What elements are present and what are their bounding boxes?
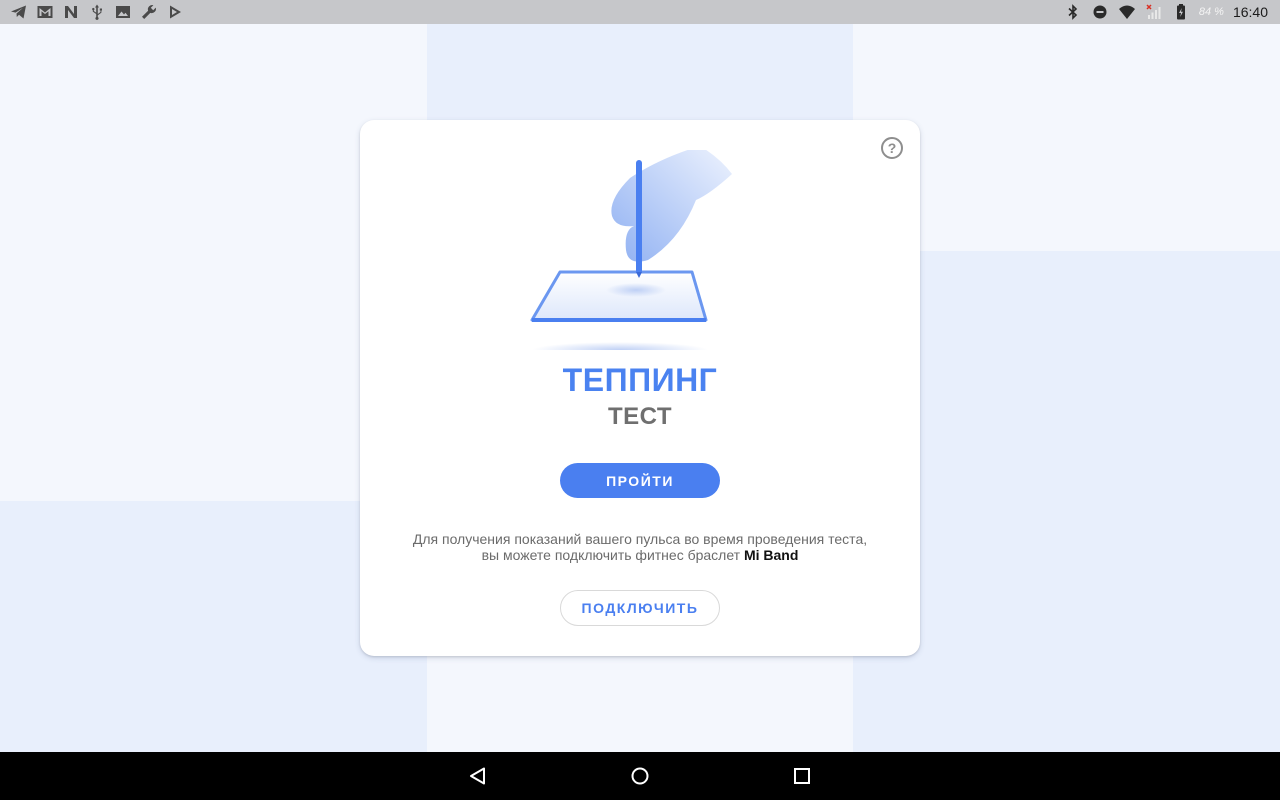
no-signal-icon	[1145, 3, 1163, 21]
n-app-icon	[62, 3, 80, 21]
bluetooth-icon	[1064, 3, 1082, 21]
help-icon[interactable]: ?	[881, 137, 903, 159]
connect-band-button[interactable]: ПОДКЛЮЧИТЬ	[560, 590, 720, 626]
start-test-button[interactable]: ПРОЙТИ	[560, 463, 720, 498]
mi-band-label: Mi Band	[743, 547, 799, 563]
dnd-icon	[1091, 3, 1109, 21]
notification-icons	[10, 3, 184, 21]
usb-icon	[88, 3, 106, 21]
info-line-1: Для получения показаний вашего пульса во…	[412, 531, 868, 547]
gmail-icon	[36, 3, 54, 21]
telegram-icon	[10, 3, 28, 21]
status-bar: 84 % 16:40	[0, 0, 1280, 24]
help-glyph: ?	[887, 140, 897, 156]
home-icon[interactable]	[628, 764, 652, 788]
clock: 16:40	[1232, 4, 1268, 20]
play-store-icon	[166, 3, 184, 21]
battery-charging-icon	[1172, 3, 1190, 21]
stylus-shape	[636, 160, 642, 274]
test-title: ТЕППИНГ	[562, 362, 718, 398]
wifi-icon	[1118, 3, 1136, 21]
test-subtitle: ТЕСТ	[607, 403, 673, 430]
info-line-2: вы можете подключить фитнес браслет Mi B…	[380, 547, 900, 563]
image-icon	[114, 3, 132, 21]
info-line-2-text: вы можете подключить фитнес браслет	[481, 547, 741, 563]
tablet-shape	[530, 270, 708, 322]
tapping-test-card: ? ТЕППИНГ ТЕСТ ПРОЙТИ Для получения пока…	[360, 120, 920, 656]
hand-shape	[611, 150, 732, 262]
hand-with-stylus-illustration	[530, 150, 732, 350]
system-icons: 84 % 16:40	[1064, 0, 1268, 24]
navigation-bar	[0, 752, 1280, 800]
battery-percent: 84 %	[1198, 6, 1224, 18]
recents-icon[interactable]	[790, 764, 814, 788]
heart-rate-info: Для получения показаний вашего пульса во…	[380, 531, 900, 563]
back-icon[interactable]	[466, 764, 490, 788]
wrench-icon	[140, 3, 158, 21]
